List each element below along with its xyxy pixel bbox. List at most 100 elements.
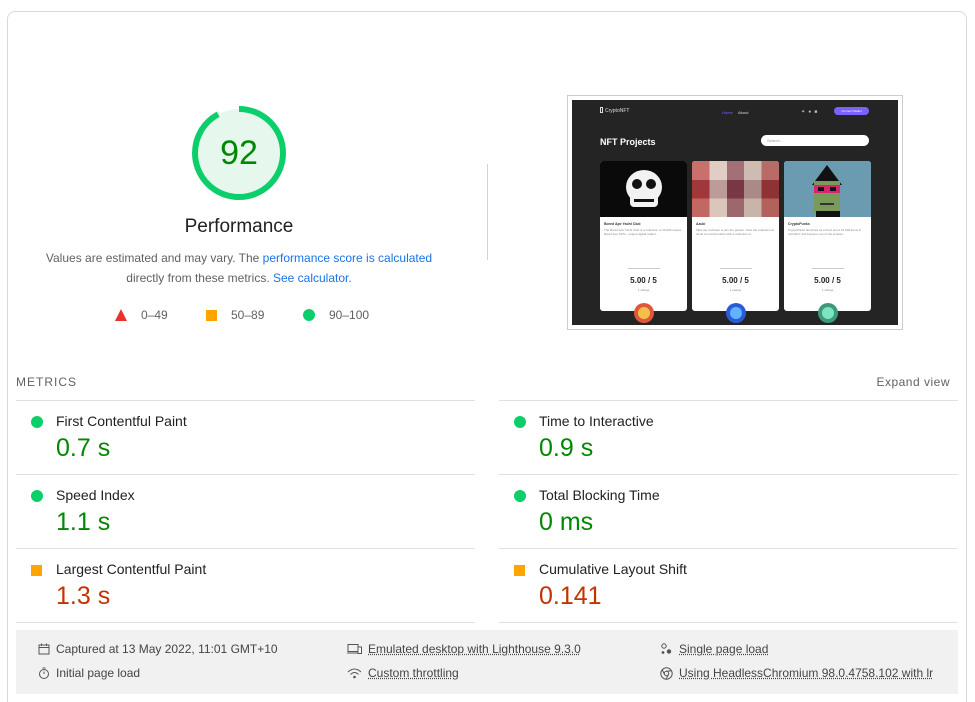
initial-load-item: Initial page load <box>38 666 140 680</box>
single-load-item[interactable]: Single page load <box>660 642 768 656</box>
description-prefix: Values are estimated and may vary. The <box>45 251 263 265</box>
thumb-nav-about: About <box>738 110 749 115</box>
thumb-card-blurb: Take the red bean to join the garden. Vi… <box>696 228 774 236</box>
stopwatch-icon <box>39 667 49 679</box>
desktop-device-icon <box>347 644 362 654</box>
average-square-icon <box>514 565 525 576</box>
metric-value: 1.3 s <box>56 582 111 610</box>
punk-image <box>784 161 871 217</box>
metric-tbt[interactable]: Total Blocking Time 0 ms <box>499 474 958 548</box>
performance-score: 92 <box>220 133 258 172</box>
legend-average: 50–89 <box>206 308 264 322</box>
performance-gauge: 92 <box>188 102 290 204</box>
initial-load-text: Initial page load <box>56 666 141 680</box>
performance-label: Performance <box>184 216 294 237</box>
circle-icon <box>303 309 315 321</box>
metric-name: Speed Index <box>56 487 135 503</box>
captured-text: Captured at 13 May 2022, 11:01 GMT+10 <box>56 642 278 656</box>
metric-value: 0.141 <box>539 582 602 610</box>
punk-icon <box>812 165 842 217</box>
metric-value: 0.7 s <box>56 434 111 462</box>
metric-cls[interactable]: Cumulative Layout Shift 0.141 <box>499 548 958 622</box>
thumb-logo-icon <box>600 107 603 113</box>
thumb-card: Bored Ape Yacht Club The Bored Ape Yacht… <box>600 161 687 311</box>
metric-lcp[interactable]: Largest Contentful Paint 1.3 s <box>16 548 475 622</box>
triangle-icon <box>115 309 127 321</box>
legend-fail-label: 0–49 <box>141 308 168 322</box>
pass-circle-icon <box>514 416 526 428</box>
pass-circle-icon <box>31 416 43 428</box>
thumb-search: Search... <box>761 135 869 146</box>
single-load-text[interactable]: Single page load <box>679 642 768 656</box>
pass-circle-icon <box>31 490 43 502</box>
thumb-card-rating: 5.00 / 5 <box>814 276 841 285</box>
divider <box>487 164 488 260</box>
performance-score-link[interactable]: performance score is calculated <box>263 251 432 265</box>
thumb-card-count: 1 ratings <box>729 288 742 292</box>
final-screenshot[interactable]: CryptoNFT Home About ✦●■ Connect Wallet … <box>567 95 903 330</box>
metric-name: First Contentful Paint <box>56 413 187 429</box>
browser-item[interactable]: Using HeadlessChromium 98.0.4758.102 wit… <box>660 666 956 680</box>
metrics-divider <box>499 622 958 623</box>
metric-name: Time to Interactive <box>539 413 654 429</box>
thumb-logo: CryptoNFT <box>605 108 630 114</box>
legend-pass-label: 90–100 <box>329 308 370 322</box>
expand-view-toggle[interactable]: Expand view <box>876 375 950 389</box>
gold-medal-icon <box>634 303 654 323</box>
thumb-card-divider <box>720 268 752 269</box>
pass-circle-icon <box>514 490 526 502</box>
thumb-card-divider <box>628 268 660 269</box>
runtime-settings: Captured at 13 May 2022, 11:01 GMT+10 In… <box>16 630 958 694</box>
captured-item: Captured at 13 May 2022, 11:01 GMT+10 <box>38 642 278 656</box>
metric-value: 0 ms <box>539 508 594 536</box>
browser-text[interactable]: Using HeadlessChromium 98.0.4758.102 wit… <box>679 666 933 680</box>
legend-average-label: 50–89 <box>231 308 265 322</box>
thumb-card-blurb: The Bored Ape Yacht Club is a collection… <box>604 228 682 236</box>
metric-fcp[interactable]: First Contentful Paint 0.7 s <box>16 400 475 474</box>
calculator-link[interactable]: See calculator. <box>273 271 352 285</box>
metric-value: 0.9 s <box>539 434 594 462</box>
square-icon <box>206 309 217 321</box>
metric-tti[interactable]: Time to Interactive 0.9 s <box>499 400 958 474</box>
throttling-text[interactable]: Custom throttling <box>368 666 459 680</box>
chrome-icon <box>660 666 673 680</box>
metric-name: Largest Contentful Paint <box>56 561 207 577</box>
thumb-connect-button: Connect Wallet <box>834 107 869 115</box>
thumb-card-rating: 5.00 / 5 <box>722 276 749 285</box>
ape-image <box>600 161 687 217</box>
emulated-item[interactable]: Emulated desktop with Lighthouse 9.3.0 <box>347 642 581 656</box>
legend-pass: 90–100 <box>303 308 369 322</box>
metrics-divider <box>16 622 475 623</box>
single-load-icon <box>661 643 672 654</box>
metric-name: Total Blocking Time <box>539 487 660 503</box>
teal-medal-icon <box>818 303 838 323</box>
thumb-card-blurb: CryptoPunks launched as a fixed set of 1… <box>788 228 862 236</box>
thumb-card-name: CryptoPunks <box>788 222 810 226</box>
thumb-card-divider <box>812 268 844 269</box>
blue-medal-icon <box>726 303 746 323</box>
thumb-card-name: Bored Ape Yacht Club <box>604 222 641 226</box>
azuki-image <box>692 161 779 217</box>
thumb-social-icons: ✦●■ <box>801 109 821 115</box>
thumb-nav-home: Home <box>722 110 733 115</box>
thumb-card-rating: 5.00 / 5 <box>630 276 657 285</box>
description-middle: directly from these metrics. <box>126 271 273 285</box>
metric-value: 1.1 s <box>56 508 111 536</box>
ape-skull-icon <box>626 170 662 207</box>
thumb-card-name: Azuki <box>696 222 706 226</box>
score-description: Values are estimated and may vary. The p… <box>30 248 448 288</box>
network-throttle-icon <box>347 668 362 679</box>
calendar-icon <box>38 643 50 655</box>
average-square-icon <box>31 565 42 576</box>
thumb-title: NFT Projects <box>600 137 656 147</box>
emulated-text[interactable]: Emulated desktop with Lighthouse 9.3.0 <box>368 642 581 656</box>
thumb-card-count: 1 ratings <box>637 288 650 292</box>
metrics-heading: METRICS <box>16 375 77 389</box>
thumb-card: Azuki Take the red bean to join the gard… <box>692 161 779 311</box>
thumb-card-count: 1 ratings <box>821 288 834 292</box>
screenshot-content: CryptoNFT Home About ✦●■ Connect Wallet … <box>572 100 898 325</box>
thumb-card: CryptoPunks CryptoPunks launched as a fi… <box>784 161 871 311</box>
metric-name: Cumulative Layout Shift <box>539 561 687 577</box>
metric-speed-index[interactable]: Speed Index 1.1 s <box>16 474 475 548</box>
throttling-item[interactable]: Custom throttling <box>347 666 459 680</box>
